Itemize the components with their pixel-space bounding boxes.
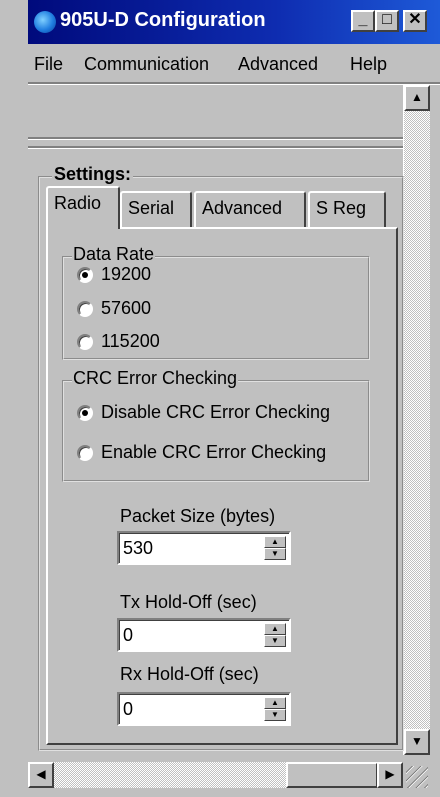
- option-label: 115200: [101, 331, 160, 351]
- app-icon[interactable]: [34, 11, 56, 33]
- tx-holdoff-input[interactable]: [123, 625, 243, 646]
- close-button[interactable]: ✕: [403, 10, 427, 32]
- tx-holdoff-stepper[interactable]: ▲ ▼: [117, 618, 291, 652]
- data-rate-option-19200[interactable]: 19200: [77, 264, 151, 285]
- spin-up-icon[interactable]: ▲: [264, 623, 286, 635]
- scroll-right-button[interactable]: ▶: [377, 762, 403, 788]
- minimize-button[interactable]: _: [351, 10, 375, 32]
- settings-label: Settings:: [52, 164, 134, 185]
- spin-down-icon[interactable]: ▼: [264, 548, 286, 560]
- toolbar-divider-highlight: [28, 139, 403, 140]
- radio-button-icon[interactable]: [77, 444, 93, 461]
- spin-down-icon[interactable]: ▼: [264, 635, 286, 647]
- option-label: Enable CRC Error Checking: [101, 442, 327, 462]
- crc-option-disable[interactable]: Disable CRC Error Checking: [77, 402, 330, 423]
- spin-buttons[interactable]: ▲ ▼: [264, 697, 286, 721]
- tab-s-reg[interactable]: S Reg: [308, 191, 386, 227]
- data-rate-label: Data Rate: [72, 244, 156, 265]
- vertical-scroll-track[interactable]: [404, 111, 430, 731]
- rx-holdoff-input[interactable]: [123, 699, 243, 720]
- data-rate-option-57600[interactable]: 57600: [77, 298, 151, 319]
- spin-up-icon[interactable]: ▲: [264, 536, 286, 548]
- content-divider-highlight: [28, 148, 403, 149]
- spin-down-icon[interactable]: ▼: [264, 709, 286, 721]
- spin-buttons[interactable]: ▲ ▼: [264, 623, 286, 647]
- scroll-down-button[interactable]: ▼: [404, 729, 430, 755]
- menu-advanced[interactable]: Advanced: [238, 54, 318, 75]
- menu-file[interactable]: File: [34, 54, 63, 75]
- radio-button-icon[interactable]: [77, 266, 93, 283]
- toolbar-area: [28, 85, 403, 137]
- packet-size-input[interactable]: [123, 538, 243, 559]
- app-window: 905U-D Configuration _ □ ✕ File Communic…: [0, 0, 440, 797]
- scroll-up-button[interactable]: ▲: [404, 85, 430, 111]
- horizontal-scroll-thumb[interactable]: [286, 762, 378, 788]
- radio-button-icon[interactable]: [77, 404, 93, 421]
- menu-communication[interactable]: Communication: [84, 54, 209, 75]
- rx-holdoff-label: Rx Hold-Off (sec): [120, 664, 259, 684]
- tx-holdoff-label: Tx Hold-Off (sec): [120, 592, 257, 612]
- crc-label: CRC Error Checking: [72, 368, 239, 389]
- packet-size-stepper[interactable]: ▲ ▼: [117, 531, 291, 565]
- rx-holdoff-stepper[interactable]: ▲ ▼: [117, 692, 291, 726]
- tab-radio[interactable]: Radio: [46, 186, 120, 229]
- option-label: Disable CRC Error Checking: [101, 402, 331, 422]
- data-rate-option-115200[interactable]: 115200: [77, 331, 160, 352]
- radio-button-icon[interactable]: [77, 333, 93, 350]
- spin-buttons[interactable]: ▲ ▼: [264, 536, 286, 560]
- maximize-button[interactable]: □: [375, 10, 399, 32]
- resize-grip-icon[interactable]: [406, 766, 428, 788]
- scroll-left-button[interactable]: ◀: [28, 762, 54, 788]
- option-label: 57600: [101, 298, 152, 318]
- spin-up-icon[interactable]: ▲: [264, 697, 286, 709]
- radio-button-icon[interactable]: [77, 300, 93, 317]
- crc-group: [62, 380, 370, 482]
- horizontal-scrollbar[interactable]: ◀ ▶: [28, 762, 403, 788]
- menu-help[interactable]: Help: [350, 54, 387, 75]
- menu-bar: File Communication Advanced Help: [28, 50, 440, 80]
- tab-advanced[interactable]: Advanced: [194, 191, 306, 227]
- option-label: 19200: [101, 264, 152, 284]
- window-title: 905U-D Configuration: [60, 9, 266, 31]
- tab-serial[interactable]: Serial: [120, 191, 192, 227]
- packet-size-label: Packet Size (bytes): [120, 506, 276, 526]
- crc-option-enable[interactable]: Enable CRC Error Checking: [77, 442, 326, 463]
- vertical-scrollbar[interactable]: ▲ ▼: [403, 85, 430, 755]
